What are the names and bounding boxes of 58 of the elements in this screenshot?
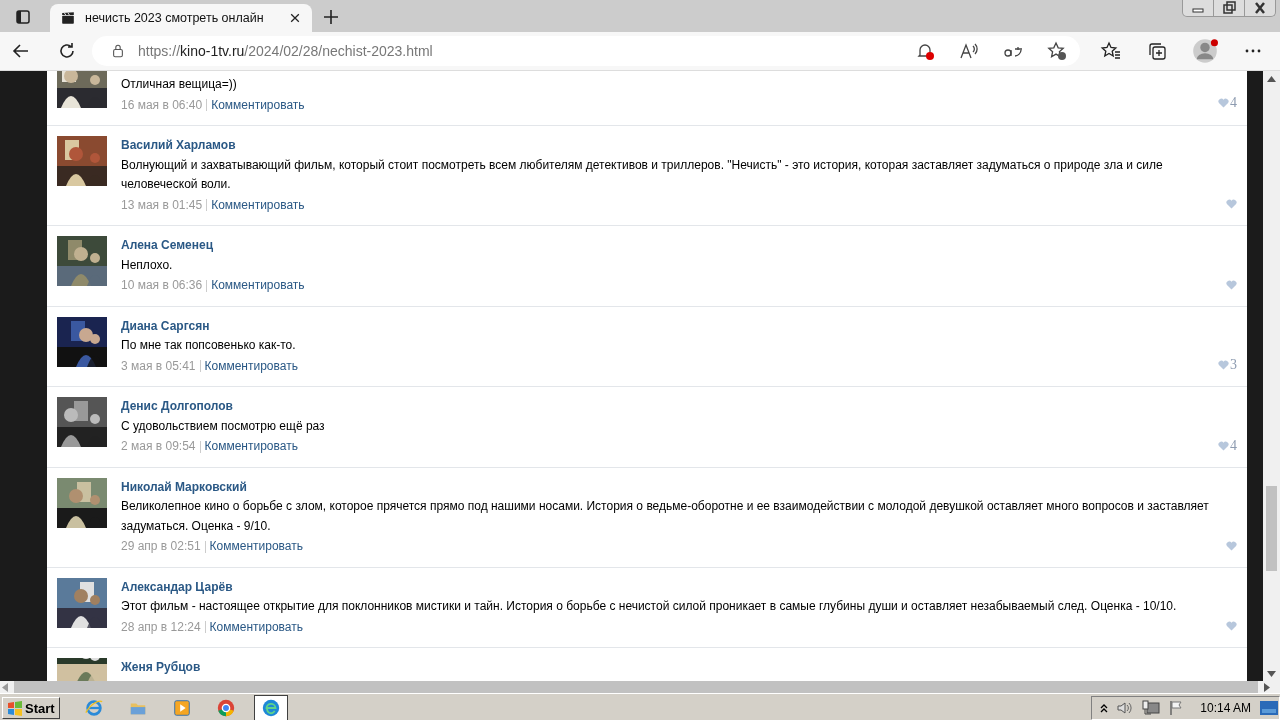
chevron-up-icon[interactable] [1100, 703, 1109, 713]
comment-date: 10 мая в 06:36 [121, 277, 203, 294]
edge-icon [260, 698, 281, 718]
comment-date: 16 мая в 06:40 [121, 96, 203, 114]
comment-date: 3 мая в 05:41 [121, 357, 196, 375]
lock-icon[interactable] [110, 43, 126, 59]
like-count: 3 [1230, 356, 1237, 375]
scroll-down-icon[interactable] [1267, 671, 1276, 677]
like-count: 4 [1230, 436, 1237, 455]
add-favorite-icon[interactable] [1046, 40, 1068, 62]
start-button[interactable]: Start [2, 697, 60, 719]
address-bar[interactable]: https://kino-1tv.ru/2024/02/28/nechist-2023.html [92, 36, 1080, 66]
comment-date: 28 апр в 12:24 [121, 618, 201, 636]
comment-text: Этот фильм - настоящее открытие для поклонников мистики и тайн. История о борьбе с нечистой силой проникает в самые глубины души и оставляет незабываемый след. Оценка - 10/10. [121, 598, 1178, 615]
clock-time[interactable]: 10:14 AM [1200, 701, 1251, 715]
comment-link[interactable]: Комментировать [209, 617, 304, 637]
comment-link[interactable]: Комментировать [204, 437, 298, 457]
scroll-up-icon[interactable] [1267, 76, 1276, 82]
author-name[interactable]: Василий Харламов [121, 136, 236, 156]
author-name[interactable]: Алена Семенец [121, 236, 214, 256]
comment-link[interactable]: Комментировать [211, 95, 305, 115]
like-count: 4 [1230, 94, 1237, 113]
comment-text: Великолепное кино о борьбе с злом, которое прячется прямо под нашими носами. История о ведьме-оборотне и ее взаимодействии с молодой девушкой оставляет много вопросов и заставляет задуматься. Оценка - 9/10. [121, 498, 1210, 535]
author-name[interactable]: Денис Долгополов [121, 397, 233, 417]
windows-logo-icon [7, 700, 23, 716]
scrollbar-thumb[interactable] [14, 681, 1258, 693]
comment-text: Неплохо. [121, 256, 174, 274]
tab-title: нечисть 2023 смотреть онлайн [85, 11, 265, 25]
flag-icon[interactable] [1168, 700, 1185, 716]
internet-explorer-icon [83, 698, 104, 718]
profile-icon[interactable] [1192, 38, 1218, 64]
network-icon[interactable] [1142, 700, 1161, 716]
scroll-right-icon[interactable] [1264, 682, 1270, 692]
author-name[interactable]: Диана Саргсян [121, 316, 210, 336]
comment-link[interactable]: Комментировать [209, 537, 304, 557]
author-name[interactable]: Женя Рубцов [121, 658, 201, 678]
scrollbar-thumb[interactable] [1266, 486, 1277, 571]
comment-date: 2 мая в 09:54 [121, 438, 196, 455]
show-desktop-icon[interactable] [1259, 699, 1279, 717]
browser-tab[interactable]: нечисть 2023 смотреть онлайн [50, 4, 312, 32]
comment-link[interactable]: Комментировать [211, 276, 305, 296]
comment-date: 29 апр в 02:51 [121, 538, 201, 555]
close-tab-icon[interactable] [288, 11, 302, 25]
url-text: https://kino-1tv.ru/2024/02/28/nechist-2023.html [138, 43, 434, 59]
comment-text: По мне так попсовенько как-то. [121, 337, 297, 354]
comment-text: Волнующий и захватывающий фильм, который стоит посмотреть всем любителям детективов и триллеров. "Нечисть" - это история, которая заставляет задуматься о природе зла и силе человеческой воли. [121, 156, 1164, 193]
comment-text: С удовольствием посмотрю ещё раз [121, 417, 326, 435]
author-name[interactable]: Александар Царёв [121, 577, 233, 597]
speaker-icon[interactable] [1116, 700, 1135, 716]
comment-text: Отличная вещица=)) [121, 76, 238, 93]
comment-date: 13 мая в 01:45 [121, 196, 203, 214]
taskbar-button[interactable] [253, 695, 288, 720]
comment-link[interactable]: Комментировать [204, 356, 298, 376]
comment-link[interactable]: Комментировать [211, 195, 305, 215]
clapperboard-icon [60, 10, 76, 26]
collections-icon[interactable] [1146, 40, 1168, 62]
favorites-icon[interactable] [1100, 40, 1122, 62]
author-name[interactable]: Николай Марковский [121, 477, 247, 497]
